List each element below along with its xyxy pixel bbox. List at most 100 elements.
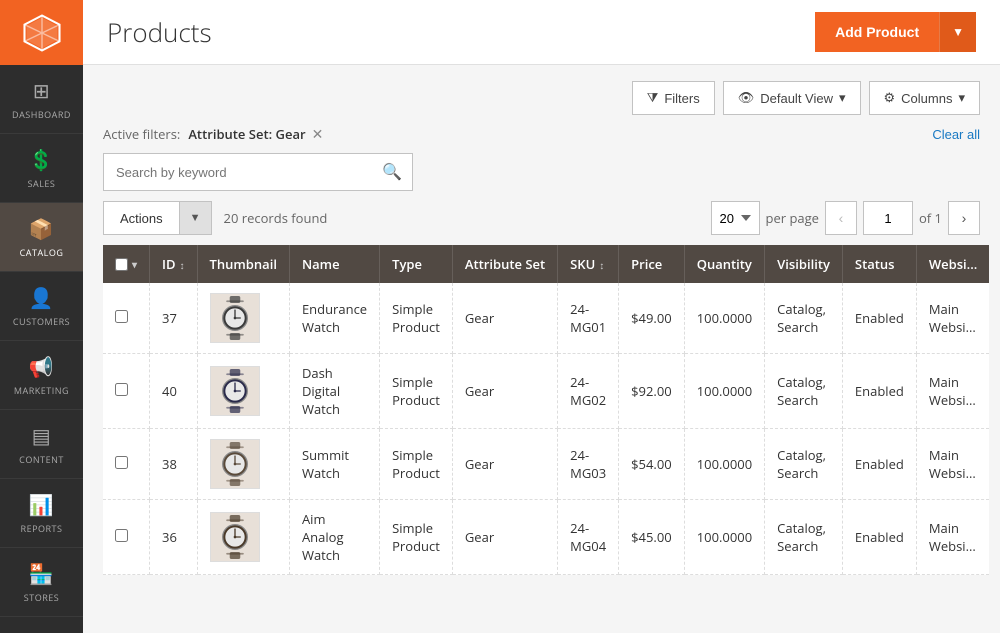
add-product-button[interactable]: Add Product — [815, 12, 939, 52]
sidebar-item-customers[interactable]: 👤 CUSTOMERS — [0, 272, 83, 341]
dropdown-arrow-icon: ▼ — [952, 25, 964, 39]
row-attribute-set: Gear — [452, 429, 557, 500]
per-page-label: per page — [766, 209, 819, 227]
select-all-checkbox[interactable] — [115, 258, 128, 271]
row-thumbnail — [197, 429, 289, 500]
filters-button[interactable]: ⧩ Filters — [632, 81, 715, 115]
col-price[interactable]: Price — [619, 245, 685, 283]
search-button[interactable]: 🔍 — [372, 162, 412, 182]
row-website: Main Websi... — [916, 354, 989, 429]
main-area: Products Add Product ▼ ⧩ Filters 👁 Defau… — [83, 0, 1000, 633]
row-checkbox[interactable] — [115, 529, 128, 542]
row-attribute-set: Gear — [452, 283, 557, 354]
row-checkbox[interactable] — [115, 383, 128, 396]
col-status[interactable]: Status — [842, 245, 916, 283]
col-type[interactable]: Type — [380, 245, 453, 283]
add-product-dropdown-button[interactable]: ▼ — [939, 12, 976, 52]
table-row: 36 Aim Analog Watch Simple Product Gear … — [103, 500, 989, 575]
select-all-header[interactable]: ▾ — [103, 245, 150, 283]
row-status: Enabled — [842, 500, 916, 575]
active-filters-left: Active filters: Attribute Set: Gear ✕ — [103, 125, 325, 143]
sales-icon: 💲 — [29, 146, 54, 173]
row-name: Summit Watch — [289, 429, 379, 500]
sidebar-item-label: DASHBOARD — [12, 108, 71, 121]
actions-arrow-button[interactable]: ▼ — [179, 201, 212, 235]
next-page-button[interactable]: › — [948, 201, 980, 235]
row-checkbox-cell[interactable] — [103, 354, 150, 429]
row-id: 40 — [150, 354, 198, 429]
sidebar-item-label: MARKETING — [14, 384, 69, 397]
search-bar: 🔍 — [103, 153, 413, 191]
page-header: Products Add Product ▼ — [83, 0, 1000, 65]
row-sku: 24-MG04 — [558, 500, 619, 575]
prev-page-button[interactable]: ‹ — [825, 201, 857, 235]
row-quantity: 100.0000 — [684, 429, 764, 500]
row-checkbox[interactable] — [115, 310, 128, 323]
records-count: 20 records found — [224, 209, 328, 227]
row-type: Simple Product — [380, 500, 453, 575]
sidebar-item-catalog[interactable]: 📦 CATALOG — [0, 203, 83, 272]
table-row: 37 Endurance Watch Simple Product Gear 2… — [103, 283, 989, 354]
sidebar-item-label: CUSTOMERS — [13, 315, 70, 328]
col-name[interactable]: Name — [289, 245, 379, 283]
sidebar-item-label: CONTENT — [19, 453, 64, 466]
row-name: Aim Analog Watch — [289, 500, 379, 575]
sidebar-item-marketing[interactable]: 📢 MARKETING — [0, 341, 83, 410]
row-name: Dash Digital Watch — [289, 354, 379, 429]
col-attribute-set[interactable]: Attribute Set — [452, 245, 557, 283]
col-id[interactable]: ID↕ — [150, 245, 198, 283]
page-number-input[interactable] — [863, 201, 913, 235]
per-page-select[interactable]: 20 30 50 — [711, 201, 760, 235]
eye-icon: 👁 — [738, 90, 755, 106]
chevron-down-icon: ▾ — [132, 257, 137, 271]
actions-dropdown: Actions ▼ — [103, 201, 212, 235]
col-sku[interactable]: SKU↕ — [558, 245, 619, 283]
row-checkbox[interactable] — [115, 456, 128, 469]
sidebar-item-label: REPORTS — [21, 522, 63, 535]
sidebar-item-content[interactable]: ▤ CONTENT — [0, 410, 83, 479]
row-website: Main Websi... — [916, 283, 989, 354]
row-id: 38 — [150, 429, 198, 500]
row-id: 37 — [150, 283, 198, 354]
row-visibility: Catalog, Search — [765, 283, 843, 354]
col-quantity[interactable]: Quantity — [684, 245, 764, 283]
row-status: Enabled — [842, 429, 916, 500]
row-website: Main Websi... — [916, 500, 989, 575]
default-view-button[interactable]: 👁 Default View ▾ — [723, 81, 861, 115]
row-quantity: 100.0000 — [684, 500, 764, 575]
products-table: ▾ ID↕ Thumbnail Name Type Attribute Set … — [103, 245, 989, 575]
table-row: 38 Summit Watch Simple Product Gear 24-M… — [103, 429, 989, 500]
search-icon: 🔍 — [382, 164, 402, 181]
sidebar-item-system[interactable]: ⚙ SYSTEM — [0, 617, 83, 633]
table-row: 40 Dash Digital Watch Simple Product Gea… — [103, 354, 989, 429]
row-price: $45.00 — [619, 500, 685, 575]
col-website[interactable]: Websi... — [916, 245, 989, 283]
sidebar-item-label: CATALOG — [20, 246, 64, 259]
row-checkbox-cell[interactable] — [103, 500, 150, 575]
actions-main-button[interactable]: Actions — [103, 201, 179, 235]
search-input[interactable] — [104, 165, 372, 180]
row-type: Simple Product — [380, 429, 453, 500]
sidebar-item-dashboard[interactable]: ⊞ DASHBOARD — [0, 65, 83, 134]
row-status: Enabled — [842, 283, 916, 354]
row-attribute-set: Gear — [452, 500, 557, 575]
clear-all-button[interactable]: Clear all — [932, 127, 980, 142]
row-thumbnail — [197, 500, 289, 575]
row-checkbox-cell[interactable] — [103, 283, 150, 354]
col-thumbnail: Thumbnail — [197, 245, 289, 283]
stores-icon: 🏪 — [29, 560, 54, 587]
sidebar-item-stores[interactable]: 🏪 STORES — [0, 548, 83, 617]
columns-button[interactable]: ⚙ Columns ▾ — [869, 81, 980, 115]
sidebar-item-sales[interactable]: 💲 SALES — [0, 134, 83, 203]
row-type: Simple Product — [380, 283, 453, 354]
col-visibility[interactable]: Visibility — [765, 245, 843, 283]
sidebar-item-label: SALES — [28, 177, 56, 190]
dashboard-icon: ⊞ — [33, 77, 50, 104]
active-filters-label: Active filters: — [103, 125, 180, 143]
sidebar-item-reports[interactable]: 📊 REPORTS — [0, 479, 83, 548]
row-quantity: 100.0000 — [684, 354, 764, 429]
pagination: 20 30 50 per page ‹ of 1 › — [711, 201, 981, 235]
logo[interactable] — [0, 0, 83, 65]
filter-remove-button[interactable]: ✕ — [310, 127, 326, 141]
row-checkbox-cell[interactable] — [103, 429, 150, 500]
